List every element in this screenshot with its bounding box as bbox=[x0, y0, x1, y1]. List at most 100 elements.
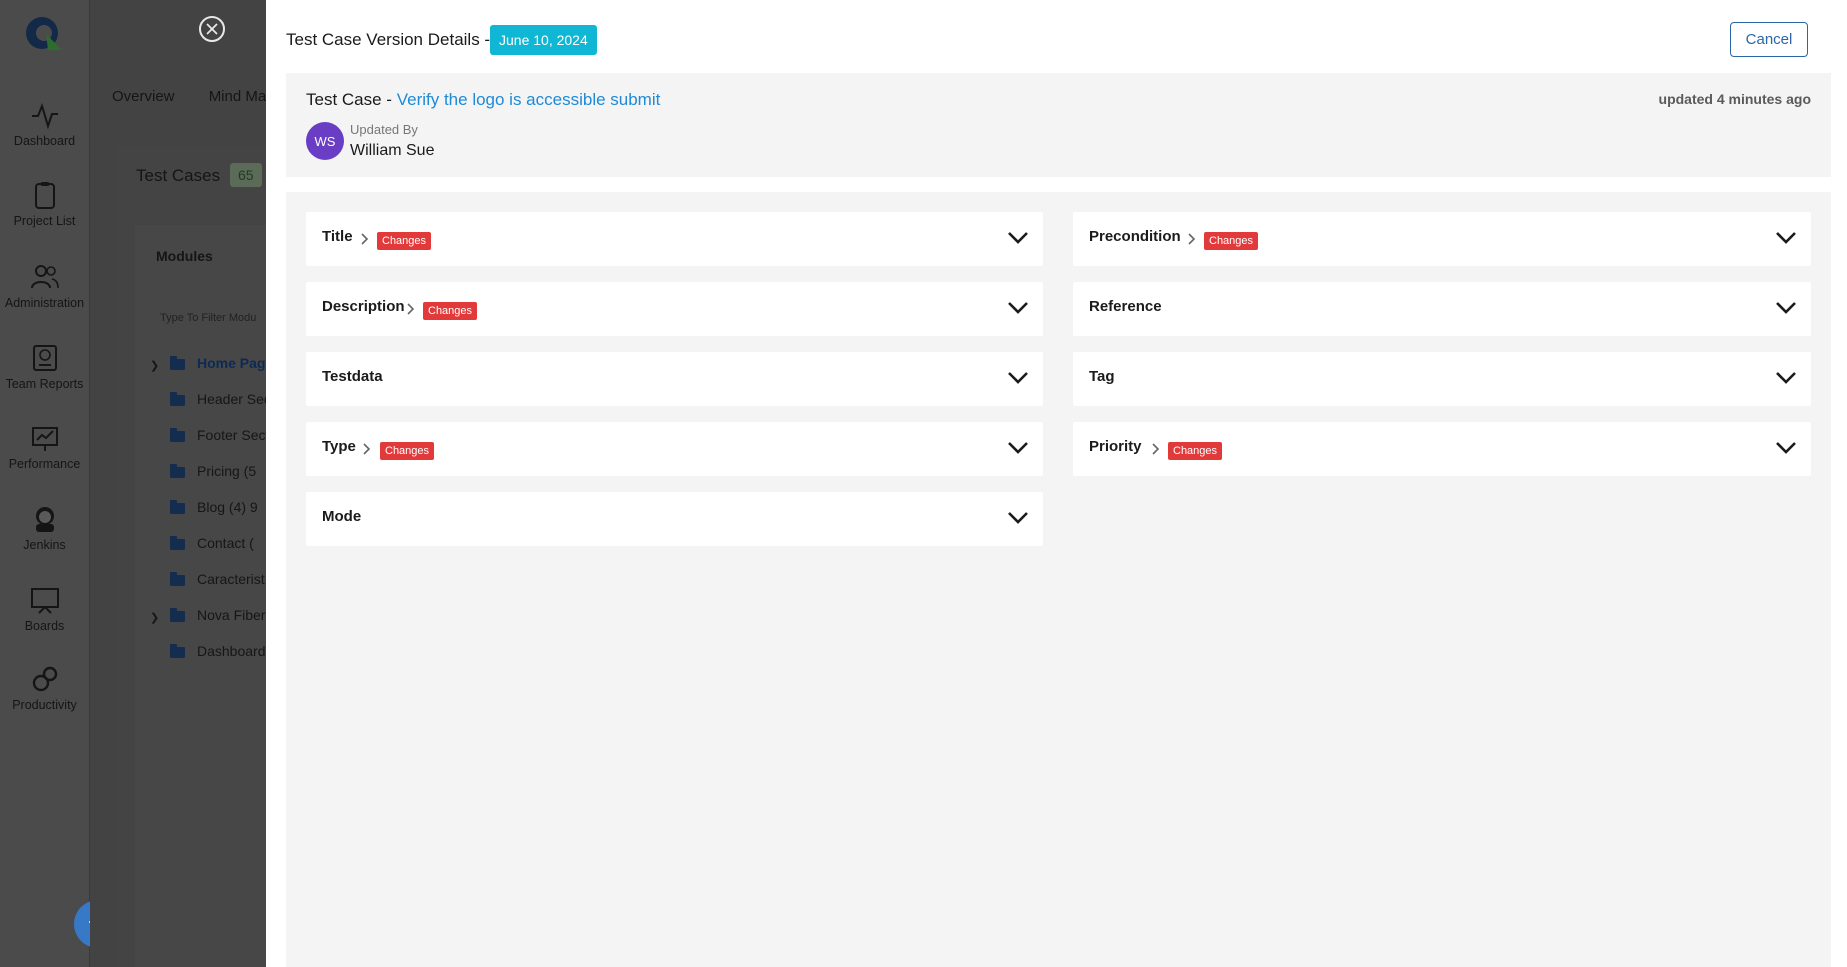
chevron-right-icon[interactable]: ❯ bbox=[150, 359, 159, 372]
section-title-label: Title bbox=[322, 228, 353, 245]
section-testdata[interactable]: Testdata bbox=[306, 352, 1043, 406]
nav-team-reports-label: Team Reports bbox=[5, 377, 84, 391]
section-priority[interactable]: Priority Changes bbox=[1073, 422, 1811, 476]
section-type-label: Type bbox=[322, 438, 356, 455]
cancel-button[interactable]: Cancel bbox=[1730, 22, 1808, 57]
module-label: Header Sec bbox=[197, 391, 271, 407]
module-label: Blog (4) 9 bbox=[197, 499, 258, 515]
module-tree: ❯ Home Page Header Sec Footer Sect Pricin… bbox=[150, 355, 280, 679]
section-precondition[interactable]: Precondition Changes bbox=[1073, 212, 1811, 266]
folder-icon bbox=[170, 536, 185, 550]
nav-boards-label: Boards bbox=[24, 619, 65, 633]
module-label: Contact ( bbox=[197, 535, 254, 551]
chevron-right-icon bbox=[1152, 443, 1160, 455]
section-reference[interactable]: Reference bbox=[1073, 282, 1811, 336]
nav-administration[interactable]: Administration bbox=[0, 262, 89, 310]
section-priority-label: Priority bbox=[1089, 438, 1142, 455]
chevron-right-icon bbox=[1188, 233, 1196, 245]
section-reference-label: Reference bbox=[1089, 298, 1162, 315]
chevron-down-icon[interactable] bbox=[1775, 231, 1797, 245]
module-label: Footer Sect bbox=[197, 427, 270, 443]
chevron-down-icon[interactable] bbox=[1007, 441, 1029, 455]
nav-team-reports[interactable]: Team Reports bbox=[0, 343, 89, 391]
section-mode[interactable]: Mode bbox=[306, 492, 1043, 546]
presentation-board-icon bbox=[30, 588, 59, 614]
nav-dashboard-label: Dashboard bbox=[13, 134, 76, 148]
nav-jenkins[interactable]: Jenkins bbox=[0, 504, 89, 552]
users-icon bbox=[30, 265, 59, 289]
jenkins-icon bbox=[35, 507, 54, 532]
chevron-down-icon[interactable] bbox=[1007, 371, 1029, 385]
changes-badge: Changes bbox=[377, 232, 432, 250]
module-tree-item[interactable]: Contact ( bbox=[150, 535, 280, 571]
nav-boards[interactable]: Boards bbox=[0, 585, 89, 633]
chevron-down-icon[interactable] bbox=[1775, 441, 1797, 455]
chevron-down-icon[interactable] bbox=[1775, 371, 1797, 385]
activity-icon bbox=[31, 102, 58, 130]
avatar: WS bbox=[306, 122, 344, 160]
module-tree-item[interactable]: Blog (4) 9 bbox=[150, 499, 280, 535]
nav-jenkins-label: Jenkins bbox=[23, 538, 66, 552]
test-case-info: Test Case - Verify the logo is accessibl… bbox=[286, 73, 1831, 177]
chevron-down-icon[interactable] bbox=[1007, 301, 1029, 315]
module-tree-item[interactable]: Dashboard bbox=[150, 643, 280, 679]
test-case-link[interactable]: Verify the logo is accessible submit bbox=[397, 90, 661, 109]
changes-badge: Changes bbox=[1204, 232, 1259, 250]
chevron-right-icon bbox=[361, 233, 369, 245]
nav-performance-label: Performance bbox=[8, 457, 81, 471]
module-label: Home Page bbox=[197, 355, 274, 371]
updated-timestamp: updated 4 minutes ago bbox=[1658, 91, 1811, 107]
tab-overview[interactable]: Overview bbox=[112, 88, 175, 105]
gears-icon bbox=[32, 666, 57, 692]
performance-board-icon bbox=[31, 427, 58, 451]
module-label: Dashboard bbox=[197, 643, 266, 659]
module-tree-item[interactable]: Caracterist bbox=[150, 571, 280, 607]
module-tree-item[interactable]: Pricing (5 bbox=[150, 463, 280, 499]
module-filter-input[interactable]: Type To Filter Modu bbox=[160, 312, 256, 324]
module-tree-item[interactable]: ❯ Home Page bbox=[150, 355, 280, 391]
folder-icon bbox=[170, 500, 185, 514]
section-description[interactable]: Description Changes bbox=[306, 282, 1043, 336]
version-date-badge: June 10, 2024 bbox=[490, 25, 597, 55]
chevron-down-icon[interactable] bbox=[1007, 231, 1029, 245]
close-icon bbox=[206, 23, 218, 35]
folder-icon bbox=[170, 464, 185, 478]
section-precondition-label: Precondition bbox=[1089, 228, 1181, 245]
changes-badge: Changes bbox=[1168, 442, 1223, 460]
nav-dashboard[interactable]: Dashboard bbox=[0, 100, 89, 148]
nav-productivity-label: Productivity bbox=[12, 698, 77, 712]
module-tree-item[interactable]: Header Sec bbox=[150, 391, 280, 427]
nav-performance[interactable]: Performance bbox=[0, 423, 89, 471]
module-tree-item[interactable]: ❯ Nova Fiber bbox=[150, 607, 280, 643]
chevron-down-icon[interactable] bbox=[1775, 301, 1797, 315]
folder-icon bbox=[170, 356, 185, 370]
nav-project-list[interactable]: Project List bbox=[0, 180, 89, 228]
section-mode-label: Mode bbox=[322, 508, 362, 525]
chevron-right-icon bbox=[407, 303, 415, 315]
drawer-header: Test Case Version Details - June 10, 202… bbox=[266, 0, 1847, 72]
module-tree-item[interactable]: Footer Sect bbox=[150, 427, 280, 463]
module-label: Nova Fiber bbox=[197, 607, 266, 623]
clipboard-icon bbox=[34, 182, 55, 209]
app-logo[interactable] bbox=[24, 14, 64, 52]
drawer-title: Test Case Version Details - bbox=[286, 30, 491, 49]
changes-badge: Changes bbox=[380, 442, 435, 460]
nav-project-list-label: Project List bbox=[13, 214, 76, 228]
test-cases-heading: Test Cases bbox=[136, 166, 221, 185]
version-details-drawer: Test Case Version Details - June 10, 202… bbox=[266, 0, 1847, 967]
chevron-right-icon[interactable]: ❯ bbox=[150, 611, 159, 624]
chevron-right-icon bbox=[363, 443, 371, 455]
folder-icon bbox=[170, 644, 185, 658]
tab-mind-map[interactable]: Mind Map bbox=[209, 88, 275, 105]
module-label: Caracterist bbox=[197, 571, 265, 587]
close-drawer-button[interactable] bbox=[199, 16, 225, 42]
chevron-down-icon[interactable] bbox=[1007, 511, 1029, 525]
updated-by-label: Updated By bbox=[350, 122, 418, 137]
report-icon bbox=[32, 345, 57, 371]
section-tag[interactable]: Tag bbox=[1073, 352, 1811, 406]
changes-badge: Changes bbox=[423, 302, 478, 320]
nav-productivity[interactable]: Productivity bbox=[0, 664, 89, 712]
section-title[interactable]: Title Changes bbox=[306, 212, 1043, 266]
section-type[interactable]: Type Changes bbox=[306, 422, 1043, 476]
updated-by-name: William Sue bbox=[350, 142, 435, 159]
